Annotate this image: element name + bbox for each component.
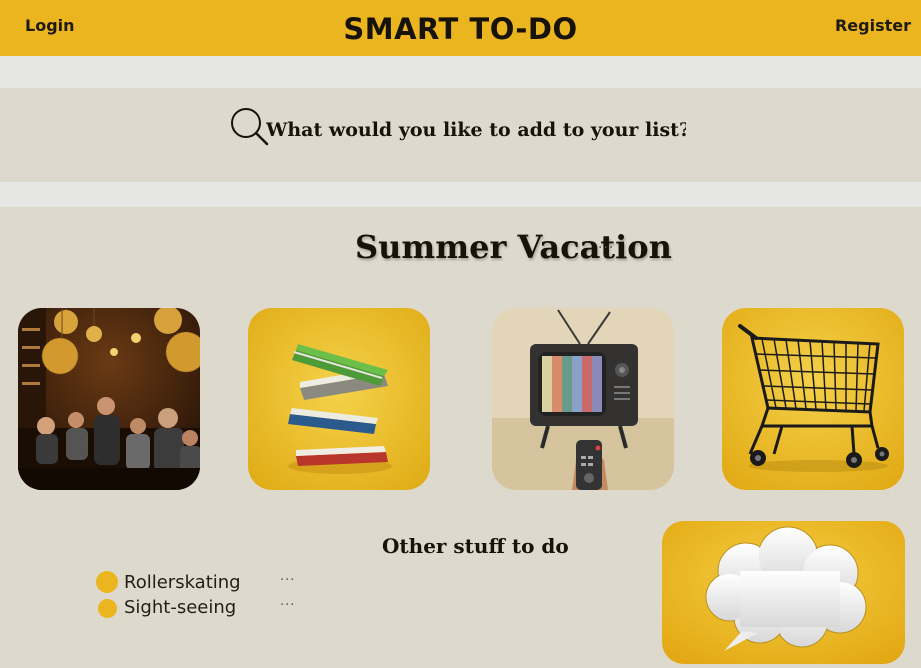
bullet-icon <box>98 599 117 618</box>
list-item[interactable]: Sight-seeing ··· <box>96 596 316 620</box>
list-item-label: Rollerskating <box>124 572 241 593</box>
list-item-label: Sight-seeing <box>124 597 237 618</box>
bullet-icon <box>96 571 118 593</box>
category-tile-restaurant[interactable] <box>18 308 200 490</box>
shopping-cart-image <box>722 308 904 490</box>
search-input[interactable] <box>266 114 686 146</box>
list-menu-button[interactable]: ··· <box>598 240 614 256</box>
list-title: Summer Vacation <box>355 228 672 266</box>
register-link[interactable]: Register <box>835 16 911 35</box>
category-tile-shopping[interactable] <box>722 308 904 490</box>
category-tile-books[interactable] <box>248 308 430 490</box>
top-bar: Login SMART TO-DO Register <box>0 0 921 56</box>
list-item-menu-button[interactable]: ··· <box>280 573 295 588</box>
divider-stripe-bottom <box>0 182 921 207</box>
category-tile-tv[interactable] <box>492 308 674 490</box>
list-item[interactable]: Rollerskating ··· <box>96 571 316 595</box>
list-item-menu-button[interactable]: ··· <box>280 598 295 613</box>
divider-stripe-top <box>0 56 921 88</box>
other-section-title: Other stuff to do <box>382 534 569 558</box>
tv-image <box>492 308 674 490</box>
books-image <box>248 308 430 490</box>
speech-bubble-icon <box>662 521 905 664</box>
restaurant-image <box>18 308 200 490</box>
app-title: SMART TO-DO <box>343 12 578 46</box>
speech-bubble-tile[interactable] <box>662 521 905 664</box>
search-icon[interactable] <box>229 107 269 147</box>
